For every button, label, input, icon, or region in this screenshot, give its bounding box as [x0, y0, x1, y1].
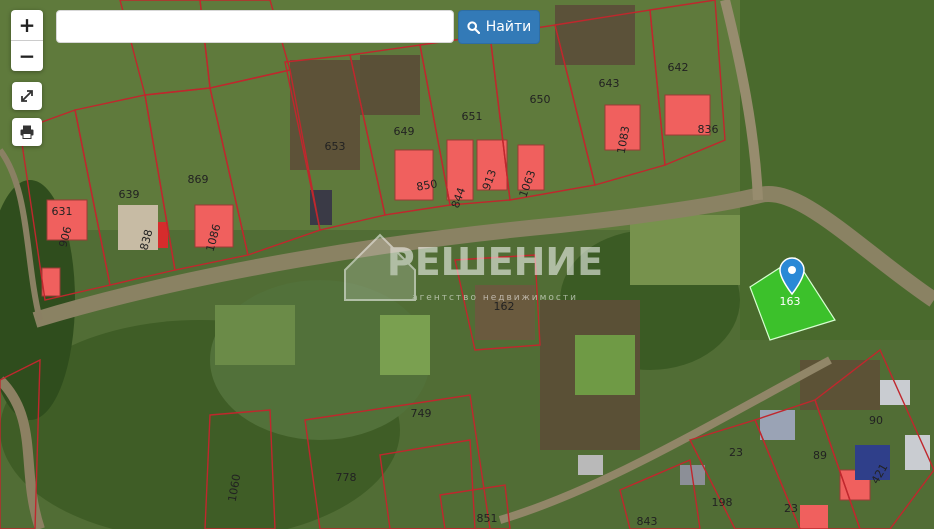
parcel-label: 653 [325, 140, 346, 153]
zoom-out-button[interactable]: − [11, 40, 43, 71]
printer-icon [20, 125, 34, 139]
parcel-label: 843 [637, 515, 658, 528]
parcel-label: 23 [729, 446, 743, 459]
zoom-control: + − [11, 10, 43, 71]
parcel-label: 162 [494, 300, 515, 313]
parcel-label: 23 [784, 502, 798, 515]
parcel-label: 651 [462, 110, 483, 123]
parcel-label: 89 [813, 449, 827, 462]
parcel-label: 778 [336, 471, 357, 484]
search-icon [467, 20, 480, 34]
watermark: РЕШЕНИЕ агентство недвижимости [344, 233, 603, 303]
search-input[interactable] [56, 10, 454, 43]
fullscreen-button[interactable] [12, 82, 42, 110]
expand-icon [21, 90, 33, 102]
parcel-label: 749 [411, 407, 432, 420]
parcel-label: 650 [530, 93, 551, 106]
parcel-label: 639 [119, 188, 140, 201]
parcel-label: 642 [668, 61, 689, 74]
parcel-label: 631 [52, 205, 73, 218]
satellite-map[interactable]: РЕШЕНИЕ агентство недвижимости 631 639 8… [0, 0, 934, 529]
parcel-label: 851 [477, 512, 498, 525]
parcel-label: 90 [869, 414, 883, 427]
search-button[interactable]: Найти [458, 10, 540, 44]
parcel-label: 643 [599, 77, 620, 90]
selected-parcel-label: 163 [780, 295, 801, 308]
parcel-label: 869 [188, 173, 209, 186]
parcel-label: 198 [712, 496, 733, 509]
zoom-in-button[interactable]: + [11, 10, 43, 40]
watermark-title: РЕШЕНИЕ [387, 240, 603, 284]
parcel-label: 649 [394, 125, 415, 138]
search-button-label: Найти [485, 19, 532, 35]
print-button[interactable] [12, 118, 42, 146]
parcel-label: 836 [698, 123, 719, 136]
